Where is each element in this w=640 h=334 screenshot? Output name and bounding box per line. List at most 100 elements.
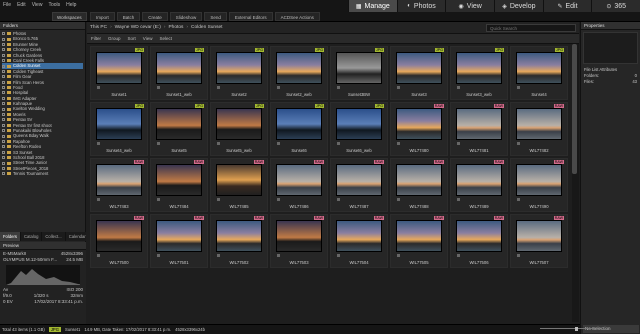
folder-checkbox[interactable] [2, 42, 5, 46]
thumbnail-item[interactable]: JPG Sunset2 [210, 46, 268, 100]
thumbnail-image[interactable] [517, 53, 561, 83]
thumbnail-item[interactable]: RAW WIL77507 [510, 214, 568, 268]
tab-catalog[interactable]: Catalog [21, 232, 43, 241]
folder-checkbox[interactable] [2, 69, 5, 73]
folder-checkbox[interactable] [2, 150, 5, 154]
thumbnail-image[interactable] [217, 165, 261, 195]
thumbnail-item[interactable]: JPG Sunset4_web [90, 102, 148, 156]
folder-checkbox[interactable] [2, 53, 5, 57]
thumbnail-item[interactable]: RAW WIL77500 [90, 214, 148, 268]
thumbnail-image[interactable] [217, 221, 261, 251]
workspaces-button[interactable]: Workspaces [52, 12, 87, 21]
mode-tab-view[interactable]: ◉ View [445, 0, 495, 12]
thumbnail-image[interactable] [517, 109, 561, 139]
thumbnail-item[interactable]: JPG Sunset6 [270, 102, 328, 156]
thumbnail-item[interactable]: RAW WIL77485 [210, 158, 268, 212]
thumbnail-image[interactable] [337, 53, 381, 83]
scrollbar-thumb[interactable] [572, 44, 577, 174]
thumbnail-image[interactable] [97, 221, 141, 251]
folder-checkbox[interactable] [2, 166, 5, 170]
menu-item-view[interactable]: View [32, 0, 43, 11]
thumbnail-item[interactable]: JPG Sunset6_web [330, 102, 388, 156]
thumbnail-image[interactable] [397, 53, 441, 83]
thumbnail-item[interactable]: JPG Sunset3 [390, 46, 448, 100]
thumbnail-image[interactable] [157, 53, 201, 83]
folder-checkbox[interactable] [2, 129, 5, 133]
toolbar-create[interactable]: Create [142, 12, 168, 21]
menu-item-help[interactable]: Help [66, 0, 76, 11]
thumbnail-item[interactable]: JPG Sunset3BW [330, 46, 388, 100]
breadcrumb-item[interactable]: Wayne WD cevar (E:) [115, 25, 161, 30]
thumbnail-image[interactable] [337, 165, 381, 195]
folder-checkbox[interactable] [2, 102, 5, 106]
thumbnail-image[interactable] [97, 53, 141, 83]
thumbnail-image[interactable] [457, 53, 501, 83]
thumbnail-item[interactable]: RAW WIL77486 [270, 158, 328, 212]
thumbnail-image[interactable] [277, 109, 321, 139]
thumbnail-image[interactable] [397, 221, 441, 251]
thumbnail-item[interactable]: RAW WIL77502 [210, 214, 268, 268]
folder-checkbox[interactable] [2, 118, 5, 122]
thumbnail-item[interactable]: JPG Sunset1_web [150, 46, 208, 100]
folder-checkbox[interactable] [2, 123, 5, 127]
thumbnail-item[interactable]: JPG Sunset1 [90, 46, 148, 100]
zoom-slider-handle[interactable] [575, 326, 578, 331]
thumbnail-item[interactable]: RAW WIL77483 [90, 158, 148, 212]
thumbnail-image[interactable] [517, 165, 561, 195]
thumbnail-item[interactable]: JPG Sunset4 [510, 46, 568, 100]
thumbnail-item[interactable]: RAW WIL77481 [450, 102, 508, 156]
breadcrumb-item[interactable]: This PC [90, 25, 107, 30]
folder-checkbox[interactable] [2, 113, 5, 117]
folder-item[interactable]: Tennis Tournament [2, 171, 83, 176]
thumbnail-item[interactable]: RAW WIL77506 [450, 214, 508, 268]
thumbnail-item[interactable]: RAW WIL77501 [150, 214, 208, 268]
mode-tab-photos[interactable]: ◐ Photos [396, 0, 446, 12]
tab-folders[interactable]: Folders [0, 232, 21, 241]
thumbnail-image[interactable] [337, 109, 381, 139]
folder-checkbox[interactable] [2, 161, 5, 165]
toolbar-import[interactable]: Import [90, 12, 115, 21]
folder-checkbox[interactable] [2, 64, 5, 68]
folder-checkbox[interactable] [2, 32, 5, 36]
thumbnail-item[interactable]: JPG Sunset3_web [450, 46, 508, 100]
toolbar-external-editors[interactable]: External Editors [228, 12, 273, 21]
zoom-slider[interactable] [540, 326, 595, 331]
filter-filter[interactable]: Filter [91, 34, 101, 43]
mode-tab-manage[interactable]: ▦ Manage [348, 0, 397, 12]
folder-checkbox[interactable] [2, 48, 5, 52]
thumbnail-item[interactable]: RAW WIL77480 [390, 102, 448, 156]
thumbnail-image[interactable] [277, 221, 321, 251]
thumbnail-item[interactable]: RAW WIL77490 [510, 158, 568, 212]
folder-checkbox[interactable] [2, 80, 5, 84]
toolbar-send[interactable]: Send [204, 12, 227, 21]
menu-item-edit[interactable]: Edit [17, 0, 26, 11]
filter-sort[interactable]: Sort [128, 34, 136, 43]
thumbnail-item[interactable]: RAW WIL77482 [510, 102, 568, 156]
folder-checkbox[interactable] [2, 140, 5, 143]
folder-checkbox[interactable] [2, 107, 5, 111]
thumbnail-item[interactable]: RAW WIL77505 [390, 214, 448, 268]
toolbar-batch[interactable]: Batch [116, 12, 141, 21]
thumbnail-image[interactable] [97, 109, 141, 139]
thumbnail-item[interactable]: JPG Sunset5_web [210, 102, 268, 156]
toolbar-acdsee-actions[interactable]: ACDSee Actions [274, 12, 320, 21]
filter-group[interactable]: Group [108, 34, 121, 43]
mode-tab-develop[interactable]: ◈ Develop [494, 0, 543, 12]
breadcrumb-item[interactable]: Colden Sunset [191, 25, 222, 30]
thumbnail-image[interactable] [157, 109, 201, 139]
folder-checkbox[interactable] [2, 156, 5, 160]
thumbnail-image[interactable] [457, 221, 501, 251]
filter-select[interactable]: Select [159, 34, 172, 43]
thumbnail-image[interactable] [517, 221, 561, 251]
thumbnail-item[interactable]: RAW WIL77489 [450, 158, 508, 212]
thumbnail-image[interactable] [397, 165, 441, 195]
breadcrumb-item[interactable]: Photos [168, 25, 183, 30]
thumbnail-item[interactable]: RAW WIL77503 [270, 214, 328, 268]
thumbnail-image[interactable] [217, 53, 261, 83]
thumbnail-image[interactable] [397, 109, 441, 139]
thumbnail-image[interactable] [457, 165, 501, 195]
filter-view[interactable]: View [143, 34, 153, 43]
folder-checkbox[interactable] [2, 37, 5, 41]
folder-checkbox[interactable] [2, 145, 5, 149]
folder-checkbox[interactable] [2, 172, 5, 176]
